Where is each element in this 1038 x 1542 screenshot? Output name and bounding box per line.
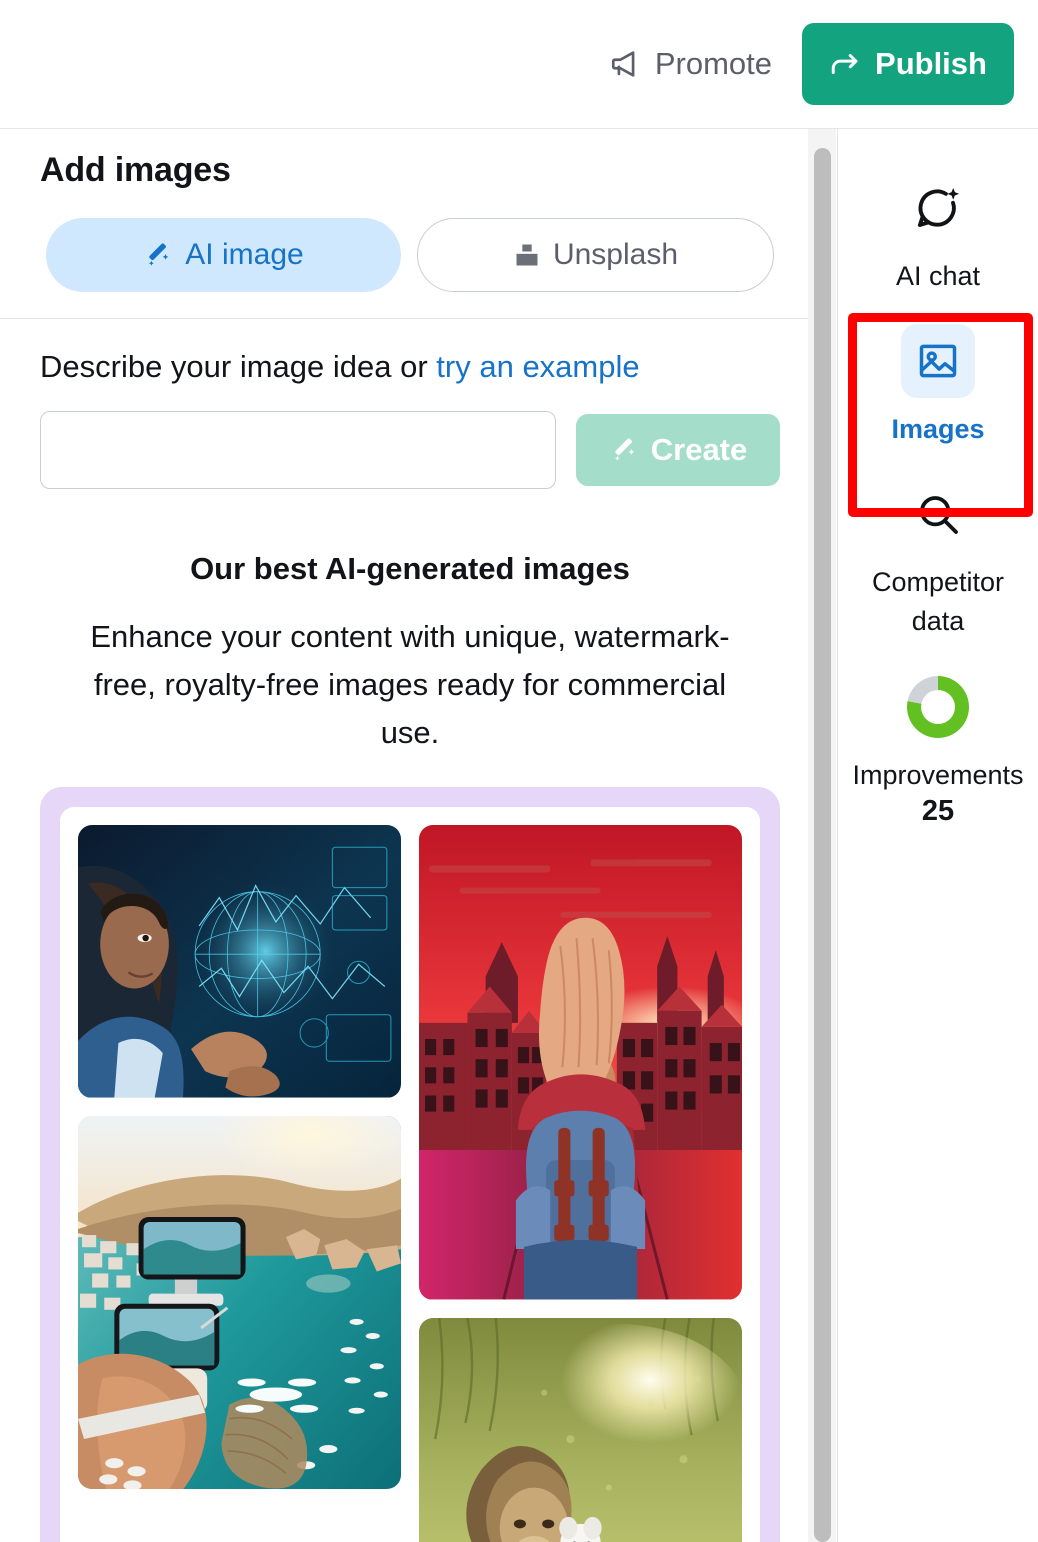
sidebar-item-ai-chat-label: AI chat (895, 261, 981, 291)
search-icon (914, 490, 962, 538)
image-icon (916, 339, 960, 383)
sidebar-item-images[interactable]: Images (838, 312, 1038, 465)
publish-button[interactable]: Publish (802, 23, 1014, 105)
create-label: Create (650, 432, 748, 467)
tab-unsplash-label: Unsplash (552, 238, 679, 271)
sidebar-item-competitor-data-label: Competitor data (871, 567, 1005, 637)
images-icon-wrap (901, 324, 975, 399)
tab-ai-image[interactable]: AI image (46, 218, 401, 292)
ai-chat-icon-wrap (901, 171, 975, 245)
image-prompt-input[interactable] (40, 411, 556, 489)
gallery-image-man-with-holographic-data-globe[interactable] (78, 825, 401, 1098)
tab-unsplash[interactable]: Unsplash (417, 218, 774, 292)
describe-prefix-text: Describe your image idea or (40, 349, 437, 384)
gallery-image-hands-holding-drone-controller-over-coast[interactable] (78, 1115, 401, 1490)
promo-title: Our best AI-generated images (190, 551, 630, 586)
create-button[interactable]: Create (576, 414, 780, 486)
prompt-row: Create (40, 411, 780, 489)
gallery-image-lion-and-white-mouse-in-sunlit-forest[interactable] (419, 1317, 742, 1542)
image-grid (60, 807, 760, 1542)
publish-label: Publish (875, 46, 987, 81)
gallery-image-woman-on-rooftop-at-red-sunset[interactable] (419, 825, 742, 1300)
magic-wand-icon (143, 240, 173, 270)
page-title: Add images (40, 151, 231, 189)
describe-prompt-line: Describe your image idea or try an examp… (40, 349, 780, 385)
try-an-example-link[interactable]: try an example (436, 349, 639, 384)
arrow-turn-up-right-icon (829, 47, 863, 81)
add-images-panel: Add images AI image Unsplash Describe yo… (0, 129, 820, 1542)
image-showcase-card (40, 787, 780, 1542)
panel-scrollbar-thumb[interactable] (814, 148, 831, 1542)
sidebar-item-improvements-label: Improvements (852, 759, 1024, 790)
progress-donut-icon (907, 675, 969, 738)
unsplash-logo-icon (513, 241, 541, 269)
generator-body: Describe your image idea or try an examp… (0, 319, 820, 1542)
promote-label: Promote (654, 46, 772, 81)
promote-button[interactable]: Promote (601, 40, 780, 88)
improvements-count: 25 (921, 794, 955, 827)
competitor-data-icon-wrap (901, 477, 975, 551)
sidebar-item-competitor-data[interactable]: Competitor data (838, 465, 1038, 657)
image-masonry (78, 825, 742, 1542)
sidebar-item-images-label: Images (891, 414, 985, 445)
promo-subtitle: Enhance your content with unique, waterm… (90, 619, 730, 751)
right-tool-rail: AI chat Images Competitor data Improveme… (837, 129, 1038, 1542)
magic-wand-icon (609, 435, 639, 465)
panel-header: Add images (0, 129, 820, 190)
app-root: Promote Publish Add images AI image Unsp… (0, 0, 1038, 1542)
chat-sparkle-icon (913, 183, 963, 233)
sidebar-item-ai-chat[interactable]: AI chat (838, 159, 1038, 312)
sidebar-item-improvements[interactable]: Improvements 25 (838, 658, 1038, 844)
megaphone-icon (609, 47, 643, 81)
improvements-icon-wrap (901, 670, 975, 744)
tab-ai-image-label: AI image (185, 238, 304, 271)
top-toolbar: Promote Publish (0, 0, 1038, 129)
source-tabs: AI image Unsplash (0, 190, 820, 318)
